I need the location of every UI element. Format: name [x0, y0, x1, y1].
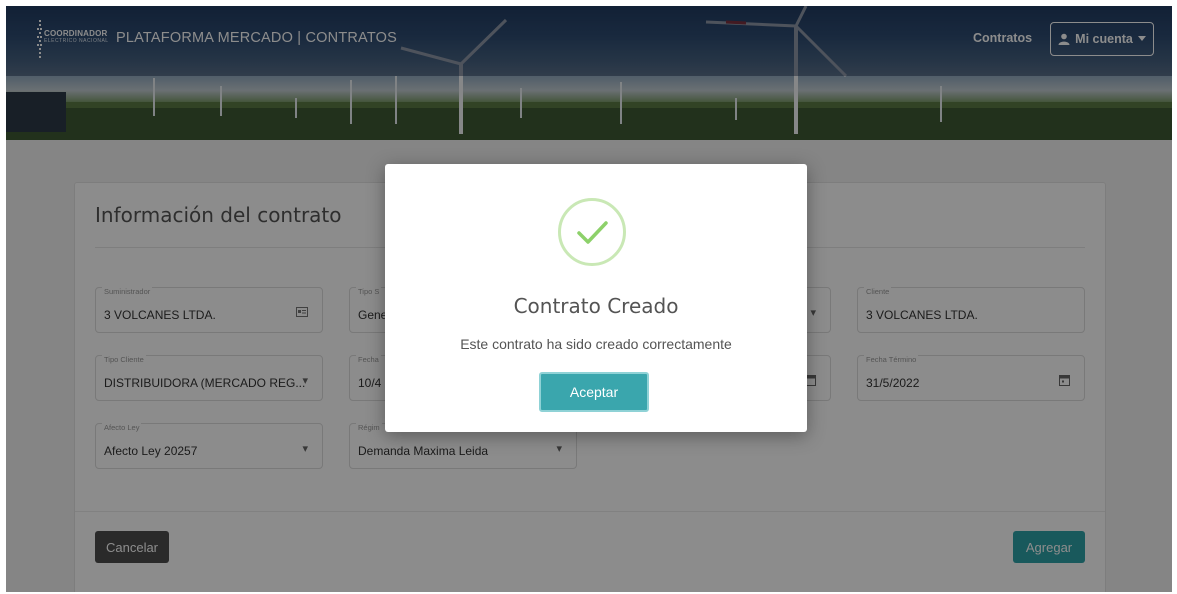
success-dialog: Contrato Creado Este contrato ha sido cr…	[385, 164, 807, 432]
app-window: COORDINADOR ELECTRICO NACIONAL PLATAFORM…	[6, 6, 1172, 592]
success-check-circle	[558, 198, 626, 266]
accept-button[interactable]: Aceptar	[539, 372, 649, 412]
dialog-message: Este contrato ha sido creado correctamen…	[460, 336, 732, 352]
check-icon	[577, 221, 608, 244]
dialog-title: Contrato Creado	[513, 294, 679, 318]
